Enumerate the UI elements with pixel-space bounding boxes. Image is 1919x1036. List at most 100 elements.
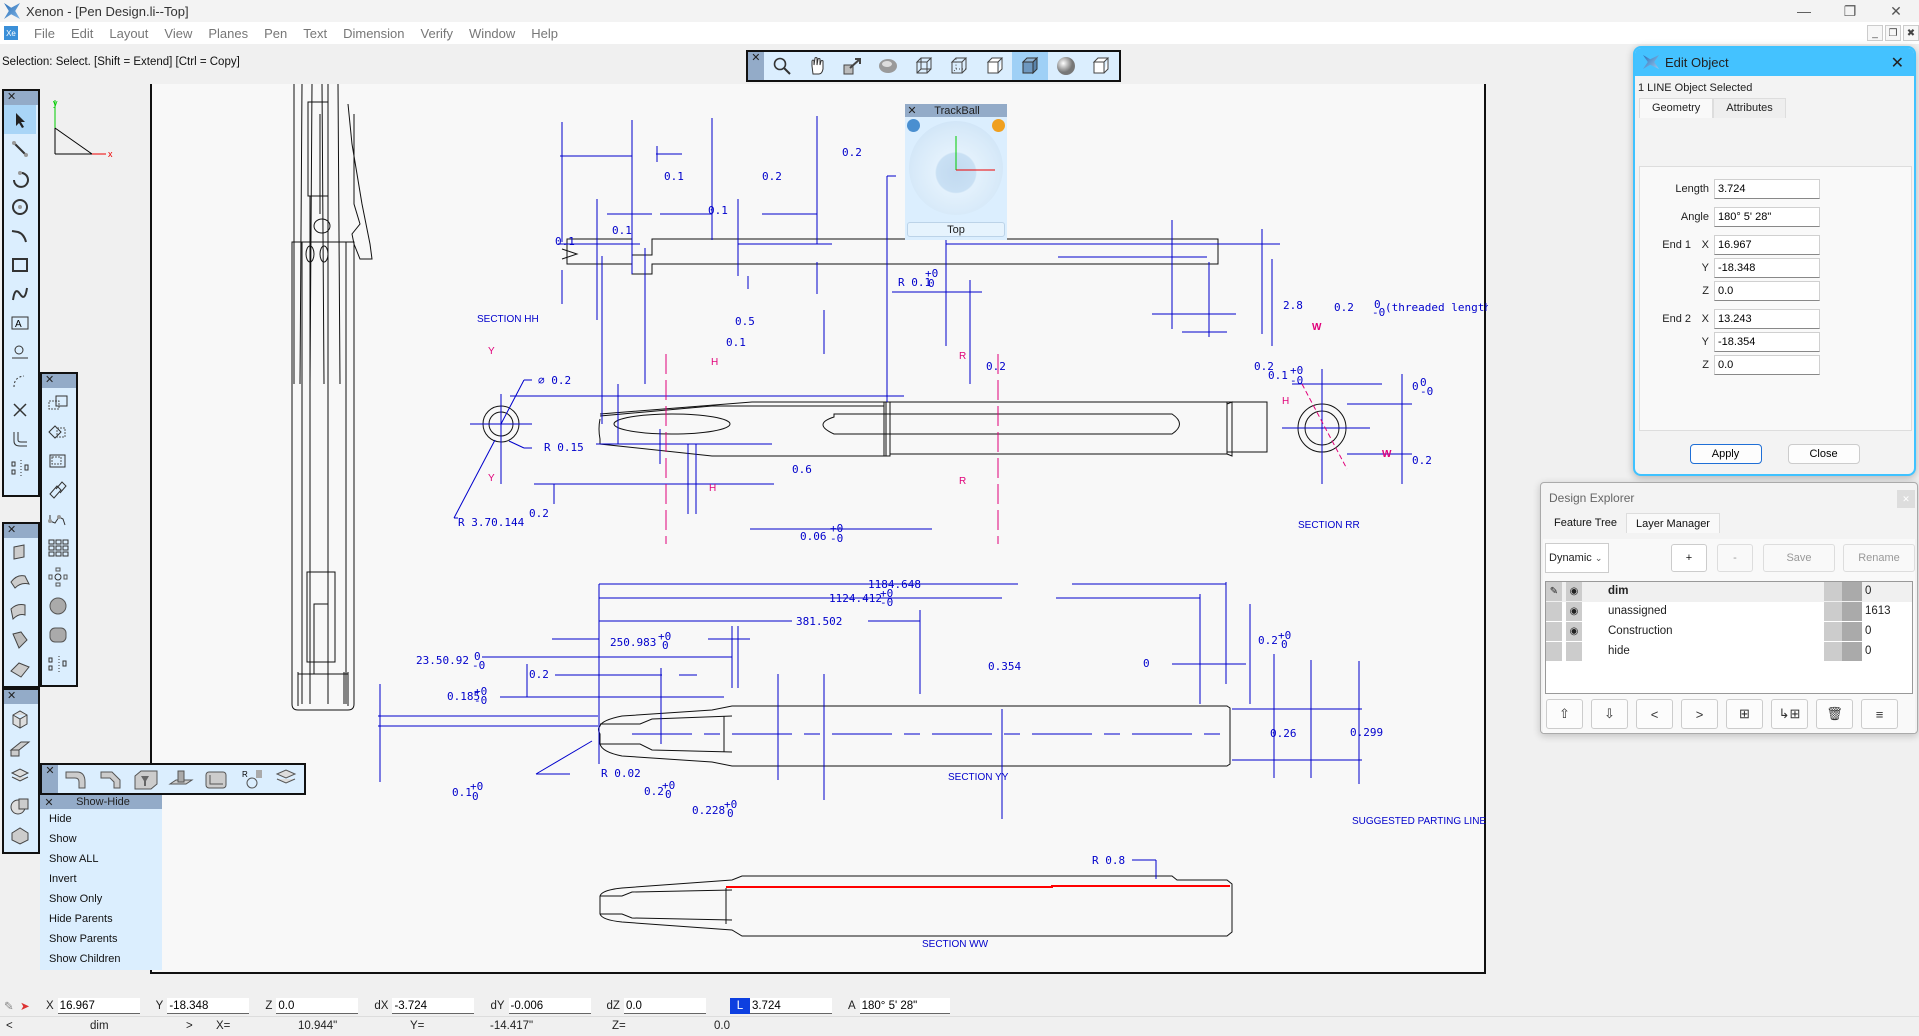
close-toolbar-icon[interactable]: ✕	[748, 52, 764, 80]
move-icon[interactable]	[42, 388, 74, 417]
menu-pen[interactable]: Pen	[256, 26, 295, 41]
iso-view-icon[interactable]	[1083, 52, 1119, 80]
pen-side-view[interactable]	[291, 84, 373, 711]
rotate-icon[interactable]	[42, 417, 74, 446]
menu-planes[interactable]: Planes	[200, 26, 256, 41]
trackball-menu-icon[interactable]	[907, 119, 920, 132]
prev-layer-button[interactable]: <	[6, 1020, 13, 1032]
section-yy-view[interactable]: 1184.648 1124.412 +0 -0 381.502 250.983 …	[378, 578, 1488, 827]
close-toolbar-icon[interactable]: ✕	[42, 374, 76, 388]
plane-icon[interactable]	[4, 538, 36, 567]
close-panel-icon[interactable]: ✕	[1897, 490, 1915, 508]
close-toolbar-icon[interactable]: ✕	[4, 524, 38, 538]
document-icon[interactable]: Xe	[4, 26, 18, 40]
shaded-icon[interactable]	[1012, 52, 1048, 80]
show-hide-item[interactable]: Show Parents	[40, 929, 162, 949]
section-rr-view[interactable]: 0 0 -0 0.2 W W H SECTION RR	[1282, 322, 1433, 531]
x-coord-field[interactable]	[57, 998, 140, 1014]
mdi-minimize-button[interactable]: _	[1867, 25, 1883, 41]
menu-text[interactable]: Text	[295, 26, 335, 41]
hidden-lines-icon[interactable]	[941, 52, 977, 80]
show-hide-item[interactable]: Show Only	[40, 889, 162, 909]
zoom-icon[interactable]	[764, 52, 800, 80]
extrude-surface-icon[interactable]	[4, 596, 36, 625]
pencil-icon[interactable]: ✎	[1546, 582, 1562, 601]
show-hide-item[interactable]: Show ALL	[40, 849, 162, 869]
blend-surface-icon[interactable]	[4, 654, 36, 683]
trackball-reset-icon[interactable]	[992, 119, 1005, 132]
rendered-icon[interactable]	[1048, 52, 1084, 80]
rectangle-icon[interactable]	[4, 250, 36, 279]
close-window-button[interactable]: ✕	[1873, 0, 1919, 22]
fillet-curve-icon[interactable]	[4, 221, 36, 250]
menu-file[interactable]: File	[26, 26, 63, 41]
layer-row[interactable]: ✎ ◉ dim 0	[1546, 582, 1912, 602]
close-toolbar-icon[interactable]: ✕	[4, 690, 38, 704]
angle-field[interactable]	[1714, 207, 1820, 227]
layer-color-swatch[interactable]	[1824, 622, 1842, 641]
move-up-icon[interactable]: ⇧	[1546, 699, 1583, 729]
show-hide-item[interactable]: Hide Parents	[40, 909, 162, 929]
drum-icon[interactable]	[42, 620, 74, 649]
layer-filter-dropdown[interactable]: Dynamic ⌄	[1545, 543, 1609, 573]
pocket-icon[interactable]	[198, 765, 233, 793]
rename-layer-button[interactable]: Rename	[1843, 544, 1915, 572]
view-name-button[interactable]: Top	[907, 222, 1005, 237]
spline-icon[interactable]	[4, 279, 36, 308]
menu-help[interactable]: Help	[523, 26, 566, 41]
menu-window[interactable]: Window	[461, 26, 523, 41]
end1-x-field[interactable]	[1714, 235, 1820, 255]
eye-icon[interactable]: ◉	[1566, 622, 1582, 641]
end1-z-field[interactable]	[1714, 281, 1820, 301]
arc-icon[interactable]	[4, 163, 36, 192]
end2-x-field[interactable]	[1714, 309, 1820, 329]
drawing-canvas[interactable]: 0.2 0.1 0.2 0.1 0.1 0.1 SECTION HH 0.5 0…	[150, 84, 1488, 974]
dimension-icon[interactable]	[4, 337, 36, 366]
layer-style-swatch[interactable]	[1842, 582, 1862, 601]
close-toolbar-icon[interactable]: ✕	[4, 91, 38, 105]
tab-feature-tree[interactable]: Feature Tree	[1545, 513, 1626, 533]
offset-icon[interactable]	[4, 424, 36, 453]
scale-icon[interactable]	[42, 446, 74, 475]
sphere-points-icon[interactable]	[42, 591, 74, 620]
apply-button[interactable]: Apply	[1689, 444, 1762, 464]
mdi-close-button[interactable]: ✖	[1903, 25, 1919, 41]
menu-icon[interactable]: ≡	[1861, 699, 1898, 729]
trackball-widget[interactable]: ✕ TrackBall Top	[905, 104, 1007, 240]
next-icon[interactable]: >	[1681, 699, 1718, 729]
add-layer-button[interactable]: +	[1671, 544, 1707, 572]
grid-array-icon[interactable]	[42, 533, 74, 562]
fillet-edge-icon[interactable]	[58, 765, 93, 793]
menu-edit[interactable]: Edit	[63, 26, 101, 41]
shell-icon[interactable]	[4, 820, 36, 849]
boss-icon[interactable]	[163, 765, 198, 793]
mirror-icon[interactable]	[4, 453, 36, 482]
intersect-icon[interactable]	[4, 395, 36, 424]
eye-icon[interactable]: ◉	[1566, 582, 1582, 601]
add-layer-icon[interactable]: ⊞	[1726, 699, 1763, 729]
layer-style-swatch[interactable]	[1842, 602, 1862, 621]
menu-layout[interactable]: Layout	[101, 26, 156, 41]
end2-z-field[interactable]	[1714, 355, 1820, 375]
section-ww-view[interactable]: R 0.8 SECTION WW	[599, 854, 1233, 950]
loft-icon[interactable]	[268, 765, 303, 793]
mirror-copy-icon[interactable]	[42, 649, 74, 678]
save-layer-button[interactable]: Save	[1763, 544, 1835, 572]
circle-icon[interactable]	[4, 192, 36, 221]
minimize-button[interactable]: —	[1781, 0, 1827, 22]
layer-color-swatch[interactable]	[1824, 642, 1842, 661]
revolve-icon[interactable]	[4, 762, 36, 791]
tab-attributes[interactable]: Attributes	[1713, 98, 1786, 118]
layer-row[interactable]: hide 0	[1546, 642, 1912, 662]
close-button[interactable]: Close	[1787, 444, 1860, 464]
menu-view[interactable]: View	[156, 26, 200, 41]
layer-row[interactable]: ◉ unassigned 1613	[1546, 602, 1912, 622]
chamfer-icon[interactable]	[93, 765, 128, 793]
show-hide-item[interactable]: Invert	[40, 869, 162, 889]
remove-layer-button[interactable]: -	[1717, 544, 1753, 572]
prev-icon[interactable]: <	[1636, 699, 1673, 729]
wireframe-icon[interactable]	[906, 52, 942, 80]
next-layer-button[interactable]: >	[186, 1020, 193, 1032]
close-trackball-icon[interactable]: ✕	[905, 104, 919, 117]
zoom-extents-icon[interactable]	[835, 52, 871, 80]
